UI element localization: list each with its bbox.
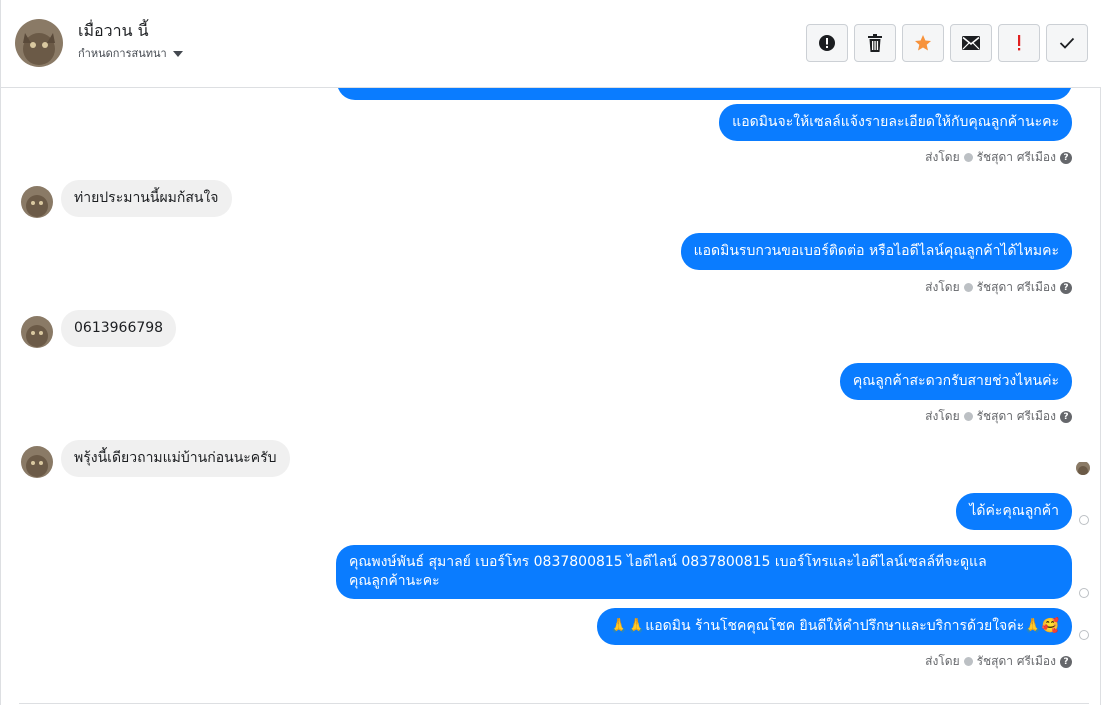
agent-name[interactable]: รัชสุดา ศรีเมือง bbox=[977, 407, 1056, 426]
message-bubble-outgoing: 🙏🙏แอดมิน ร้านโชคคุณโชค ยินดีให้คำปรึกษาแ… bbox=[597, 608, 1072, 645]
message-bubble-outgoing: คุณลูกค้าสะดวกรับสายช่วงไหนค่ะ bbox=[839, 363, 1072, 400]
message-bubble-outgoing: แอดมินรบกวนขอเบอร์ติดต่อ หรือไอดีไลน์คุณ… bbox=[680, 233, 1072, 270]
message-meta: ส่งโดย รัชสุดา ศรีเมือง ? bbox=[925, 407, 1072, 426]
conversation-header: เมื่อวาน นี้ กำหนดการสนทนา bbox=[1, 0, 1101, 88]
agent-name[interactable]: รัชสุดา ศรีเมือง bbox=[977, 148, 1056, 167]
composer-divider bbox=[19, 703, 1089, 704]
sent-status-icon bbox=[1079, 515, 1089, 525]
avatar bbox=[21, 446, 53, 478]
message-thread[interactable]: แอดมินจะให้เซลล์แจ้งรายละเอียดให้กับคุณล… bbox=[1, 88, 1101, 705]
message-bubble-incoming: พรุ้งนี้เดียวถามแม่บ้านก่อนนะครับ bbox=[61, 440, 290, 477]
header-actions bbox=[806, 24, 1088, 62]
agent-name[interactable]: รัชสุดา ศรีเมือง bbox=[977, 652, 1056, 671]
message-meta: ส่งโดย รัชสุดา ศรีเมือง ? bbox=[925, 148, 1072, 167]
sent-by-label: ส่งโดย bbox=[925, 280, 960, 294]
exclamation-circle-icon bbox=[819, 35, 835, 51]
avatar bbox=[21, 186, 53, 218]
agent-name[interactable]: รัชสุดา ศรีเมือง bbox=[977, 278, 1056, 297]
schedule-dropdown[interactable]: กำหนดการสนทนา bbox=[78, 44, 183, 62]
trash-icon bbox=[868, 34, 882, 52]
done-button[interactable] bbox=[1046, 24, 1088, 62]
conversation-title: เมื่อวาน นี้ bbox=[78, 21, 149, 40]
message-line: คุณลูกค้านะคะ bbox=[349, 573, 440, 589]
star-button[interactable] bbox=[902, 24, 944, 62]
mail-button[interactable] bbox=[950, 24, 992, 62]
sent-by-label: ส่งโดย bbox=[925, 150, 960, 164]
message-meta: ส่งโดย รัชสุดา ศรีเมือง ? bbox=[925, 652, 1072, 671]
help-icon[interactable]: ? bbox=[1060, 281, 1072, 294]
message-bubble-outgoing: คุณพงษ์พันธ์ สุมาลย์ เบอร์โทร 0837800815… bbox=[336, 545, 1072, 599]
message-bubble-incoming: ท่ายประมานนี้ผมก้สนใจ bbox=[61, 180, 232, 217]
avatar bbox=[21, 316, 53, 348]
agent-dot-icon bbox=[963, 657, 973, 666]
check-icon bbox=[1059, 37, 1075, 49]
sent-by-label: ส่งโดย bbox=[925, 409, 960, 423]
report-button[interactable] bbox=[806, 24, 848, 62]
sent-by-label: ส่งโดย bbox=[925, 654, 960, 668]
message-line: คุณพงษ์พันธ์ สุมาลย์ เบอร์โทร 0837800815… bbox=[349, 554, 987, 570]
caret-down-icon bbox=[172, 50, 183, 57]
help-icon[interactable]: ? bbox=[1060, 151, 1072, 164]
sent-status-icon bbox=[1079, 588, 1089, 598]
help-icon[interactable]: ? bbox=[1060, 410, 1072, 423]
exclamation-icon bbox=[1018, 35, 1021, 51]
conversation-panel: เมื่อวาน นี้ กำหนดการสนทนา แอดมินจะให้เซ… bbox=[0, 0, 1101, 705]
message-bubble-partial bbox=[337, 88, 1072, 100]
delete-button[interactable] bbox=[854, 24, 896, 62]
sent-status-icon bbox=[1079, 630, 1089, 640]
customer-avatar[interactable] bbox=[15, 19, 63, 67]
message-bubble-incoming: 0613966798 bbox=[61, 310, 177, 347]
seen-indicator-avatar bbox=[1076, 461, 1090, 475]
agent-dot-icon bbox=[963, 153, 973, 162]
help-icon[interactable]: ? bbox=[1060, 655, 1072, 668]
message-bubble-outgoing: แอดมินจะให้เซลล์แจ้งรายละเอียดให้กับคุณล… bbox=[719, 104, 1072, 141]
envelope-icon bbox=[962, 36, 980, 50]
schedule-label: กำหนดการสนทนา bbox=[78, 47, 167, 60]
agent-dot-icon bbox=[963, 283, 973, 292]
important-button[interactable] bbox=[998, 24, 1040, 62]
message-meta: ส่งโดย รัชสุดา ศรีเมือง ? bbox=[925, 278, 1072, 297]
star-icon bbox=[915, 35, 931, 51]
agent-dot-icon bbox=[963, 412, 973, 421]
message-bubble-outgoing: ได้ค่ะคุณลูกค้า bbox=[956, 493, 1072, 530]
